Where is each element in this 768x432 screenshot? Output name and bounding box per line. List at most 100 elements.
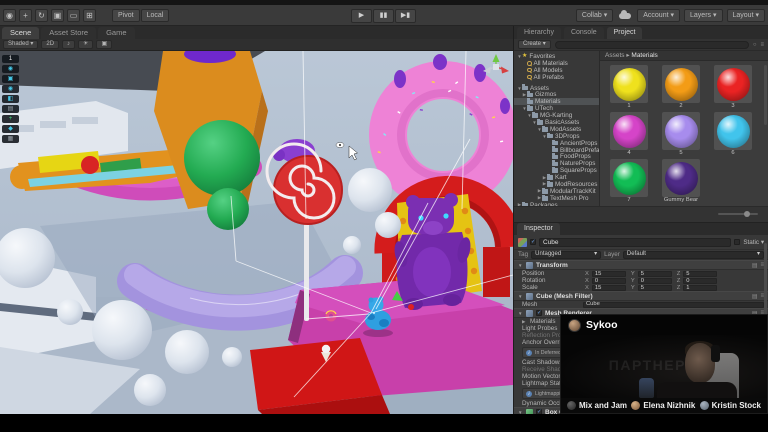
zoom-slider[interactable]: [718, 213, 758, 215]
guest-elena-nizhnik: Elena Nizhnik: [631, 401, 695, 410]
tag-dropdown[interactable]: Untagged▾: [531, 251, 601, 259]
toggle-2d[interactable]: 2D: [41, 40, 59, 49]
info-icon: i: [526, 391, 532, 397]
tree-item-utech[interactable]: ▼UTech: [514, 105, 599, 112]
overlay-plus-icon[interactable]: +: [2, 115, 19, 123]
tree-item-mg-karting[interactable]: ▼MG-Karting: [514, 112, 599, 119]
position-x-field[interactable]: 15: [592, 271, 626, 277]
tab-inspector[interactable]: Inspector: [517, 223, 560, 235]
tree-item-natureprops[interactable]: NatureProps: [514, 160, 599, 167]
tree-item-squareprops[interactable]: SquareProps: [514, 167, 599, 174]
rotation-z-field[interactable]: 0: [683, 278, 717, 284]
folder-icon: [552, 168, 558, 173]
transform-tool-icon[interactable]: ⊞: [83, 9, 96, 22]
rotation-x-field[interactable]: 0: [592, 278, 626, 284]
scale-z-field[interactable]: 1: [683, 285, 717, 291]
shaded-dropdown[interactable]: Shaded ▾: [3, 40, 38, 49]
tree-item-favorites[interactable]: ▼★Favorites: [514, 53, 599, 60]
local-button[interactable]: Local: [141, 9, 170, 22]
play-button[interactable]: ▶: [351, 9, 372, 23]
overlay-diamond-icon[interactable]: ◆: [2, 125, 19, 133]
pivot-button[interactable]: Pivot: [112, 9, 140, 22]
move-tool-icon[interactable]: +: [19, 9, 32, 22]
mesh-renderer-enabled-checkbox[interactable]: ✓: [536, 310, 542, 316]
rotate-tool-icon[interactable]: ↻: [35, 9, 48, 22]
static-label[interactable]: Static ▾: [743, 239, 764, 246]
overlay-grid-icon[interactable]: ▦: [2, 135, 19, 143]
layer-dropdown[interactable]: Default▾: [623, 251, 764, 259]
cloud-icon[interactable]: [619, 13, 631, 19]
mini-donut-pickup[interactable]: [326, 311, 337, 322]
material-item-7[interactable]: 7: [610, 159, 648, 203]
panel-menu-icon[interactable]: ≡: [760, 42, 764, 48]
tree-item-all-models[interactable]: All Models: [514, 67, 599, 74]
tree-item-basicassets[interactable]: ▼BasicAssets: [514, 119, 599, 126]
preset-icon[interactable]: ▤: [752, 262, 758, 269]
tree-item-kart[interactable]: ▶Kart: [514, 174, 599, 181]
position-y-field[interactable]: 5: [638, 271, 672, 277]
tree-item-textmeshpro[interactable]: ▶TextMesh Pro: [514, 195, 599, 202]
scene-3d-view[interactable]: [0, 51, 513, 414]
preset-icon[interactable]: ▤: [752, 293, 758, 300]
tree-item-modresources[interactable]: ▶ModResources: [514, 181, 599, 188]
gameobject-name-field[interactable]: Cube: [539, 238, 731, 247]
transform-component-header[interactable]: ▼ Transform ▤≡: [514, 260, 768, 270]
tab-asset-store[interactable]: Asset Store: [41, 27, 96, 39]
hand-tool-icon[interactable]: ◉: [3, 9, 16, 22]
overlay-rows-icon[interactable]: ▤: [2, 105, 19, 113]
tree-item-foodprops[interactable]: FoodProps: [514, 153, 599, 160]
tab-project[interactable]: Project: [607, 27, 643, 39]
collab-button[interactable]: Collab ▾: [576, 9, 613, 22]
tree-item-modulartrackkit[interactable]: ▶ModularTrackKit: [514, 188, 599, 195]
tab-scene[interactable]: Scene: [2, 27, 39, 39]
rotation-y-field[interactable]: 0: [638, 278, 672, 284]
camera-visibility-icon[interactable]: ▣: [96, 40, 112, 49]
pause-button[interactable]: ▮▮: [373, 9, 394, 23]
tree-item-all-materials[interactable]: All Materials: [514, 60, 599, 67]
lock-icon[interactable]: ○: [753, 42, 757, 48]
tree-item-all-prefabs[interactable]: All Prefabs: [514, 74, 599, 81]
mesh-filter-component-header[interactable]: ▼ Cube (Mesh Filter) ▤≡: [514, 291, 768, 301]
static-checkbox[interactable]: [734, 239, 740, 245]
overlay-camera-icon[interactable]: ▣: [2, 75, 19, 83]
layout-button[interactable]: Layout ▾: [727, 9, 766, 22]
scale-y-field[interactable]: 5: [638, 285, 672, 291]
scale-x-field[interactable]: 15: [592, 285, 626, 291]
material-item-4[interactable]: 4: [610, 112, 648, 156]
scene-viewport[interactable]: [0, 51, 513, 414]
tree-item-modassets[interactable]: ▼ModAssets: [514, 126, 599, 133]
audio-toggle-icon[interactable]: ♪: [62, 40, 75, 49]
tree-item-3dprops[interactable]: ▼3DProps: [514, 133, 599, 140]
main-toolbar: ◉ + ↻ ▣ ▭ ⊞ Pivot Local ▶ ▮▮ ▶▮ Collab ▾…: [0, 5, 768, 26]
lighting-toggle-icon[interactable]: ☀: [78, 40, 93, 49]
material-item-6[interactable]: 6: [714, 112, 752, 156]
overlay-eye-icon[interactable]: ◉: [2, 65, 19, 73]
step-button[interactable]: ▶▮: [395, 9, 416, 23]
account-button[interactable]: Account ▾: [637, 9, 680, 22]
scale-tool-icon[interactable]: ▣: [51, 9, 64, 22]
material-item-2[interactable]: 2: [662, 65, 700, 109]
inspector-scrollbar[interactable]: [764, 243, 767, 323]
material-item-1[interactable]: 1: [610, 65, 648, 109]
tab-game[interactable]: Game: [98, 27, 134, 39]
layers-button[interactable]: Layers ▾: [684, 9, 722, 22]
mesh-field[interactable]: Cube: [583, 302, 764, 308]
red-gumdrop[interactable]: [408, 304, 414, 310]
material-item-3[interactable]: 3: [714, 65, 752, 109]
create-button[interactable]: Create ▾: [518, 40, 551, 49]
project-search-input[interactable]: [555, 41, 749, 49]
rect-tool-icon[interactable]: ▭: [67, 9, 80, 22]
position-z-field[interactable]: 5: [683, 271, 717, 277]
tab-hierarchy[interactable]: Hierarchy: [517, 27, 561, 39]
tab-console[interactable]: Console: [564, 27, 604, 39]
tree-item-billboardprefabs[interactable]: BillboardPrefabs: [514, 147, 599, 154]
material-item-5[interactable]: 5: [662, 112, 700, 156]
material-item-gummy-bear-dark[interactable]: Gummy Bear Dark: [662, 159, 700, 203]
active-checkbox[interactable]: ✓: [530, 239, 536, 245]
tree-item-ancientprops[interactable]: AncientProps: [514, 140, 599, 147]
scene-orientation-gizmo[interactable]: [481, 53, 511, 81]
overlay-button-1[interactable]: 1: [2, 55, 19, 63]
overlay-half-icon[interactable]: ◧: [2, 95, 19, 103]
project-scrollbar[interactable]: [764, 65, 767, 125]
overlay-eye2-icon[interactable]: ◉: [2, 85, 19, 93]
